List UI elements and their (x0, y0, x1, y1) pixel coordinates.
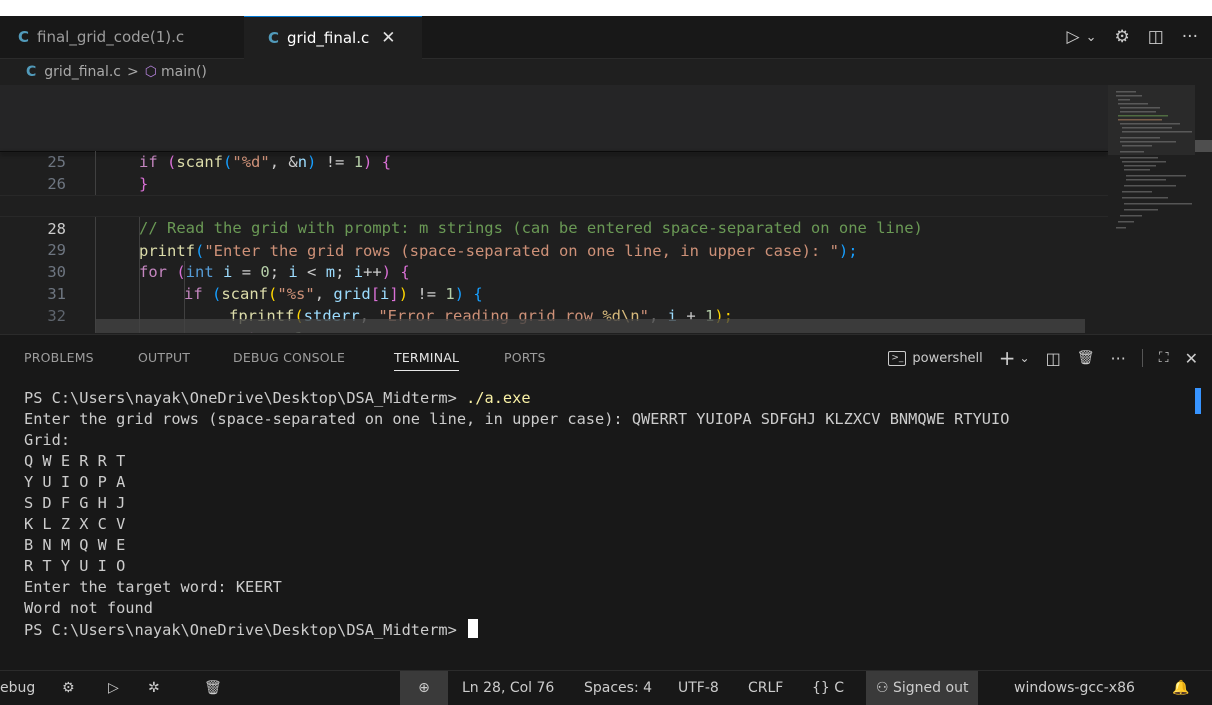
split-terminal-icon[interactable]: ◫ (1046, 349, 1061, 368)
tab-label: final_grid_code(1).c (37, 28, 185, 46)
run-debug-icon[interactable]: ▷ (1066, 27, 1079, 47)
code-line[interactable]: 31 fprintf(stderr, "Error reading grid r… (0, 261, 1108, 325)
code-line[interactable]: 29 for (int i = 0; i < m; i++) { (0, 217, 1108, 281)
code-editor[interactable]: 8 int main() { 22 if (scanf("%d", &n) !=… (0, 85, 1108, 333)
status-debug[interactable]: ebug (0, 671, 35, 705)
horizontal-scrollbar[interactable] (95, 319, 1085, 333)
terminal-line: Y U I O P A (24, 473, 126, 491)
add-terminal-icon[interactable]: + (999, 346, 1016, 370)
code-line[interactable]: 30 if (scanf("%s", grid[i]) != 1) { (0, 239, 1108, 303)
language-mode[interactable]: {} C (812, 671, 844, 705)
tab-grid-final[interactable]: C grid_final.c ✕ (244, 16, 422, 59)
terminal-line: Grid: (24, 431, 71, 449)
terminal-profile[interactable]: >_ powershell (888, 350, 983, 366)
bell-icon[interactable]: 🔔 (1172, 671, 1189, 705)
breadcrumb: C grid_final.c > ⬡ main() (0, 59, 1212, 85)
terminal-line: K L Z X C V (24, 515, 126, 533)
trash-icon[interactable]: 🗑 (204, 671, 222, 705)
status-bar: ebug ⚙ ▷ ✲ 🗑 ⊕ Ln 28, Col 76 Spaces: 4 U… (0, 670, 1212, 705)
run-icon[interactable]: ▷ (108, 671, 119, 705)
divider (1141, 349, 1143, 367)
code-line[interactable]: 26 (0, 151, 1108, 193)
more-actions-icon[interactable]: ··· (1111, 349, 1126, 368)
account-label: Signed out (893, 680, 969, 696)
tab-ports[interactable]: PORTS (504, 335, 546, 381)
terminal-cursor (468, 619, 479, 638)
maximize-panel-icon[interactable]: ⛶ (1159, 350, 1169, 366)
tab-terminal[interactable]: TERMINAL (394, 335, 460, 381)
tab-final-grid-code[interactable]: C final_grid_code(1).c (18, 16, 184, 58)
indentation[interactable]: Spaces: 4 (584, 671, 652, 705)
breadcrumb-symbol[interactable]: main() (161, 64, 207, 80)
tab-debug-console[interactable]: DEBUG CONSOLE (233, 335, 345, 381)
gear-icon[interactable]: ⚙ (62, 671, 75, 705)
terminal-line: Word not found (24, 599, 153, 617)
terminal-line: Enter the grid rows (space-separated on … (24, 410, 1010, 428)
sticky-scroll-line[interactable]: 8 int main() { (0, 85, 1108, 149)
zoom-icon[interactable]: ⊕ (400, 671, 448, 705)
terminal-line: S D F G H J (24, 494, 126, 512)
debug-bug-icon[interactable]: ✲ (148, 671, 160, 705)
cursor-position[interactable]: Ln 28, Col 76 (462, 671, 554, 705)
terminal-prompt: PS C:\Users\nayak\OneDrive\Desktop\DSA_M… (24, 621, 467, 639)
panel-header: PROBLEMS OUTPUT DEBUG CONSOLE TERMINAL P… (0, 334, 1212, 381)
tab-problems[interactable]: PROBLEMS (24, 335, 94, 381)
shell-name: powershell (912, 350, 983, 366)
trash-icon[interactable]: 🗑 (1077, 350, 1095, 366)
top-strip (0, 0, 1212, 16)
tab-label: grid_final.c (287, 29, 370, 47)
breadcrumb-separator: > (127, 64, 139, 80)
breadcrumb-file[interactable]: grid_final.c (44, 64, 121, 80)
terminal-icon: >_ (888, 350, 907, 366)
close-panel-icon[interactable]: ✕ (1185, 349, 1198, 368)
line-ending[interactable]: CRLF (748, 671, 783, 705)
encoding[interactable]: UTF-8 (678, 671, 719, 705)
cube-icon: ⬡ (144, 64, 157, 80)
terminal-command: ./a.exe (466, 389, 531, 407)
c-language-icon: C (26, 64, 37, 80)
account-status[interactable]: ⚇ Signed out (866, 671, 979, 705)
terminal-line: Enter the target word: KEERT (24, 578, 282, 596)
terminal-line: Q W E R R T (24, 452, 126, 470)
chevron-down-icon[interactable]: ⌄ (1020, 351, 1030, 365)
minimap-slider[interactable] (1108, 85, 1195, 155)
more-actions-icon[interactable]: ··· (1182, 27, 1198, 47)
terminal-line: PS C:\Users\nayak\OneDrive\Desktop\DSA_M… (24, 388, 531, 409)
terminal-line: R T Y U I O (24, 557, 126, 575)
c-language-icon: C (18, 28, 30, 46)
panel-actions: >_ powershell + ⌄ ◫ 🗑 ··· ⛶ ✕ (888, 335, 1198, 381)
current-code-line[interactable]: 28 printf("Enter the grid rows (space-se… (0, 195, 1108, 260)
terminal-prompt: PS C:\Users\nayak\OneDrive\Desktop\DSA_M… (24, 389, 467, 407)
split-editor-icon[interactable]: ◫ (1148, 27, 1164, 47)
c-language-icon: C (268, 29, 280, 47)
line-number: 32 (47, 307, 66, 325)
terminal-line: B N M Q W E (24, 536, 126, 554)
editor-tab-bar: C final_grid_code(1).c C grid_final.c ✕ … (0, 16, 1212, 59)
sticky-scroll-line[interactable]: 25 } (0, 129, 1108, 193)
close-icon[interactable]: ✕ (381, 28, 395, 48)
chevron-down-icon[interactable]: ⌄ (1086, 30, 1097, 45)
editor-scrollbar-thumb[interactable] (1195, 140, 1212, 152)
editor-actions: ▷ ⌄ ⚙ ◫ ··· (1066, 16, 1198, 58)
terminal-line: PS C:\Users\nayak\OneDrive\Desktop\DSA_M… (24, 619, 479, 640)
build-config[interactable]: windows-gcc-x86 (1014, 671, 1135, 705)
code-line[interactable]: 32 return 1; (0, 283, 1108, 333)
tab-output[interactable]: OUTPUT (138, 335, 190, 381)
code-line[interactable]: 27 // Read the grid with prompt: m strin… (0, 173, 1108, 237)
gear-icon[interactable]: ⚙ (1114, 27, 1129, 47)
terminal[interactable]: PS C:\Users\nayak\OneDrive\Desktop\DSA_M… (0, 380, 1212, 670)
terminal-scrollbar-thumb[interactable] (1195, 388, 1201, 414)
account-icon: ⚇ (876, 680, 894, 696)
sticky-scroll-line[interactable]: 22 if (scanf("%d", &n) != 1) { (0, 107, 1108, 171)
